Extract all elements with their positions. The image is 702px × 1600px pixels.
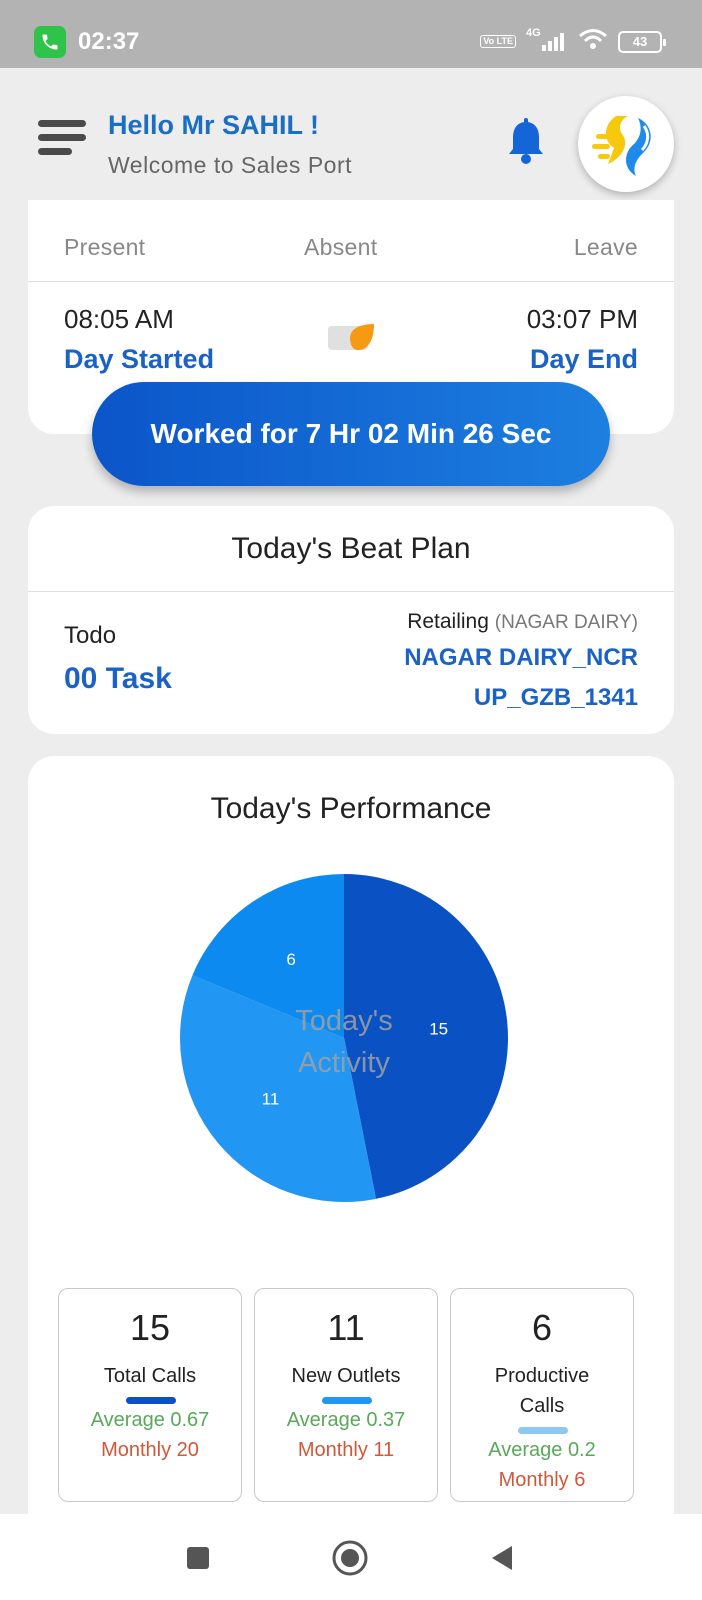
pie-center-label: Today's — [295, 1005, 392, 1037]
tab-absent[interactable]: Absent — [304, 234, 377, 261]
welcome-subtitle: Welcome to Sales Port — [108, 152, 353, 178]
phone-call-icon — [34, 26, 66, 58]
status-time: 02:37 — [78, 28, 140, 55]
stat-total-calls[interactable]: 15 Total Calls Average 0.67 Monthly 20 — [58, 1288, 242, 1502]
tab-leave[interactable]: Leave — [574, 234, 638, 261]
stat-average: Average 0.37 — [286, 1409, 406, 1431]
app-header: Hello Mr SAHIL ! Welcome to Sales Port — [0, 68, 702, 218]
retailing-label: Retailing — [407, 610, 489, 633]
todo-label: Todo — [64, 622, 117, 649]
bell-icon[interactable] — [506, 118, 546, 166]
beat-plan-title: Today's Beat Plan — [28, 506, 674, 592]
beat-plan-card: Today's Beat Plan Todo 00 Task Retailing… — [28, 506, 674, 734]
greeting-text: Hello Mr SAHIL ! — [108, 110, 320, 140]
stat-monthly: Monthly 11 — [297, 1439, 395, 1461]
stat-value: 15 — [129, 1307, 171, 1348]
stat-value: 6 — [531, 1307, 553, 1348]
status-bar: 02:37 Vo LTE 4G 43 — [0, 0, 702, 68]
stat-productive-calls[interactable]: 6 Productive Calls Average 0.2 Monthly 6 — [450, 1288, 634, 1502]
stat-monthly: Monthly 6 — [498, 1469, 586, 1491]
worked-duration-button[interactable]: Worked for 7 Hr 02 Min 26 Sec — [92, 382, 610, 486]
pie-center-label: Activity — [298, 1047, 390, 1079]
attendance-tabs: Present Absent Leave — [28, 200, 674, 282]
wifi-icon — [578, 28, 608, 55]
recents-square-icon[interactable] — [178, 1538, 218, 1578]
retailing-sub: (NAGAR DAIRY) — [494, 612, 638, 633]
signal-icon: 4G — [526, 27, 568, 53]
stat-value: 11 — [327, 1307, 365, 1348]
stat-monthly: Monthly 20 — [101, 1439, 199, 1461]
day-toggle-icon[interactable] — [328, 322, 380, 354]
pie-slice-label: 6 — [286, 950, 295, 969]
stat-color-bar — [322, 1397, 372, 1404]
stat-new-outlets[interactable]: 11 New Outlets Average 0.37 Monthly 11 — [254, 1288, 438, 1502]
stat-label-line2: Calls — [519, 1395, 565, 1417]
home-circle-icon[interactable] — [330, 1538, 370, 1578]
todo-task-count[interactable]: 00 Task — [64, 662, 172, 696]
retail-route-code[interactable]: UP_GZB_1341 — [474, 684, 638, 712]
stat-color-bar — [518, 1427, 568, 1434]
tab-present[interactable]: Present — [64, 234, 145, 261]
stat-average: Average 0.2 — [488, 1439, 596, 1461]
day-start-time: 08:05 AM — [64, 304, 174, 334]
stat-average: Average 0.67 — [90, 1409, 210, 1431]
hamburger-menu-icon[interactable] — [38, 120, 88, 160]
pie-slice-label: 11 — [262, 1089, 280, 1108]
performance-card: Today's Performance 15 11 6 Today's Activity… — [28, 756, 674, 1556]
battery-level: 43 — [632, 34, 648, 49]
day-end-label: Day End — [529, 344, 638, 374]
retailing-line: Retailing (NAGAR DAIRY) — [407, 610, 638, 634]
stat-label: Total Calls — [103, 1365, 197, 1387]
day-started-label: Day Started — [64, 344, 215, 374]
android-nav-bar — [0, 1514, 702, 1600]
pie-slice-label: 15 — [429, 1020, 448, 1039]
app-logo[interactable] — [578, 96, 674, 192]
back-triangle-icon[interactable] — [482, 1538, 522, 1578]
day-end-time: 03:07 PM — [526, 304, 638, 334]
stat-label-line1: Productive — [494, 1365, 590, 1387]
volte-icon: Vo LTE — [480, 35, 516, 48]
battery-icon: 43 — [618, 30, 666, 53]
stat-label: New Outlets — [291, 1365, 401, 1387]
retail-route-name[interactable]: NAGAR DAIRY_NCR — [404, 644, 638, 672]
stat-color-bar — [126, 1397, 176, 1404]
